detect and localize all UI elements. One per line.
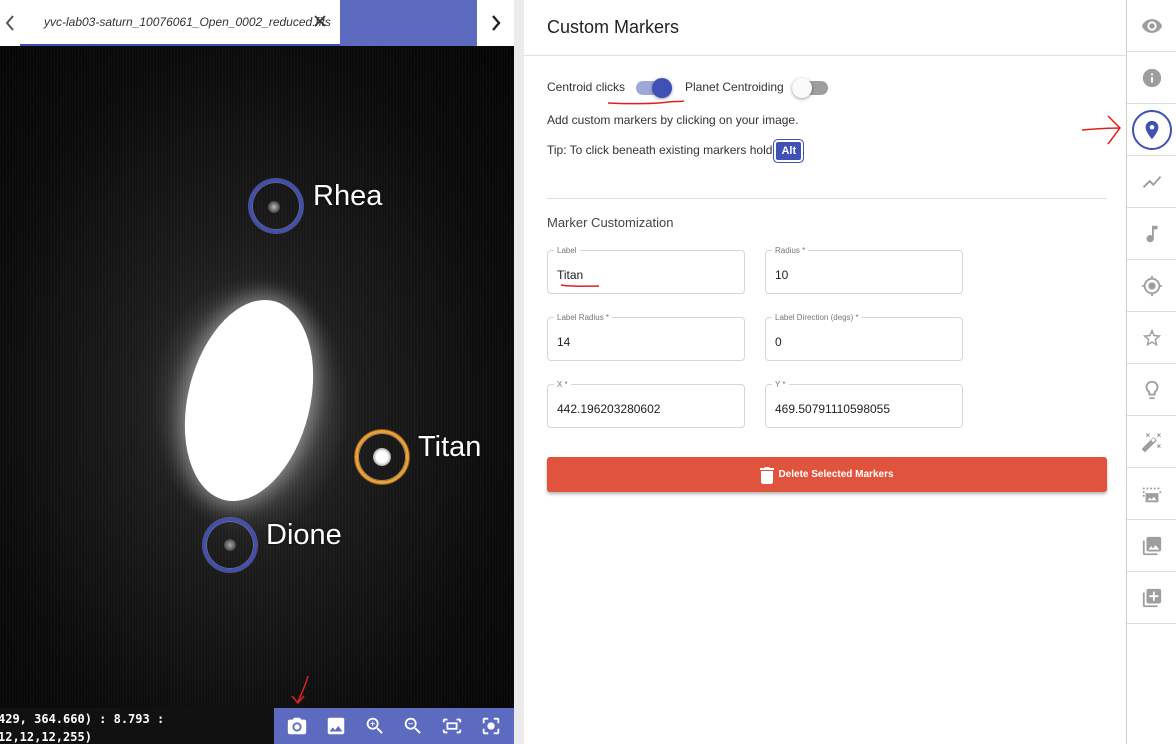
- chevron-left-icon[interactable]: [0, 0, 20, 46]
- center-focus-icon[interactable]: [477, 712, 505, 740]
- pixel-readout-line: 12,12,12,255): [0, 730, 92, 744]
- sidebar-item-sonification[interactable]: [1127, 208, 1176, 260]
- zoom-in-icon[interactable]: [361, 712, 389, 740]
- image-icon[interactable]: [322, 712, 350, 740]
- marker-label: Titan: [418, 431, 482, 463]
- tab-file-label: yvc-lab03-saturn_10076061_Open_0002_redu…: [44, 15, 331, 29]
- marker-ring[interactable]: [203, 518, 257, 572]
- alt-key-badge: Alt: [776, 142, 802, 160]
- add-layer-icon: [1142, 588, 1162, 607]
- y-field[interactable]: Y * 469.50791110598055: [765, 380, 963, 428]
- field-label: Label Direction (degs) *: [772, 313, 862, 323]
- annotation-underline: [607, 100, 685, 105]
- sidebar-item-visibility[interactable]: [1127, 0, 1176, 52]
- sidebar-item-tools[interactable]: [1127, 416, 1176, 468]
- field-value[interactable]: 442.196203280602: [557, 402, 660, 416]
- sidebar-item-plot[interactable]: [1127, 156, 1176, 208]
- field-value[interactable]: Titan: [557, 268, 583, 282]
- divider: [547, 198, 1107, 199]
- centroid-clicks-toggle[interactable]: [636, 78, 672, 98]
- sidebar-item-target[interactable]: [1127, 260, 1176, 312]
- sidebar-item-favorites[interactable]: [1127, 312, 1176, 364]
- sidebar-item-hints[interactable]: [1127, 364, 1176, 416]
- camera-icon[interactable]: [283, 712, 311, 740]
- marker-ring[interactable]: [249, 179, 303, 233]
- toggle-knob: [652, 78, 672, 98]
- tip-row: Tip: To click beneath existing markers h…: [547, 142, 802, 160]
- marker-label: Rhea: [313, 180, 383, 212]
- planet-centroiding-row: Planet Centroiding: [685, 80, 784, 94]
- fit-screen-icon[interactable]: [438, 712, 466, 740]
- centroid-clicks-label: Centroid clicks: [547, 80, 626, 94]
- chevron-right-icon[interactable]: [477, 0, 514, 46]
- active-item-ring: [1132, 109, 1172, 150]
- delete-selected-markers-button[interactable]: Delete Selected Markers: [547, 457, 1107, 492]
- field-value[interactable]: 469.50791110598055: [775, 402, 890, 416]
- label-direction-field[interactable]: Label Direction (degs) * 0: [765, 313, 963, 361]
- image-toolbar: [274, 708, 514, 744]
- section-title: Marker Customization: [547, 215, 674, 230]
- sidebar-item-gallery[interactable]: [1127, 520, 1176, 572]
- custom-markers-panel: Custom Markers Centroid clicks Planet Ce…: [524, 0, 1126, 744]
- trash-icon: [760, 466, 775, 484]
- target-icon: [1141, 275, 1163, 296]
- field-value[interactable]: 14: [557, 335, 570, 349]
- sidebar-item-custom-markers[interactable]: [1127, 104, 1176, 156]
- image-viewer-canvas[interactable]: Rhea Titan Dione: [0, 46, 514, 708]
- centroid-clicks-row: Centroid clicks: [547, 80, 625, 94]
- trending-icon: [1142, 175, 1162, 188]
- field-value[interactable]: 0: [775, 335, 782, 349]
- planet-centroiding-toggle[interactable]: [792, 78, 828, 98]
- field-value[interactable]: 10: [775, 268, 788, 282]
- image-pane: yvc-lab03-saturn_10076061_Open_0002_redu…: [0, 0, 514, 744]
- field-label: Y *: [772, 380, 789, 390]
- planet-centroiding-label: Planet Centroiding: [685, 80, 784, 94]
- image-select-icon: [1142, 487, 1162, 502]
- tab-file[interactable]: yvc-lab03-saturn_10076061_Open_0002_redu…: [20, 0, 340, 46]
- music-note-icon: [1146, 225, 1158, 242]
- marker-label: Dione: [266, 519, 342, 551]
- marker-ring-selected[interactable]: [355, 430, 409, 484]
- location-pin-icon: [1145, 120, 1159, 139]
- tool-sidebar: [1126, 0, 1176, 744]
- pixel-readout-line: 429, 364.660) : 8.793 :: [0, 712, 165, 726]
- pixel-readout: 429, 364.660) : 8.793 : 12,12,12,255): [0, 708, 274, 744]
- page-title: Custom Markers: [547, 17, 680, 37]
- delete-button-label: Delete Selected Markers: [778, 469, 894, 480]
- tab-bar-fill: [340, 0, 477, 46]
- magic-wand-icon: [1141, 432, 1162, 452]
- instructions-text: Add custom markers by clicking on your i…: [547, 113, 799, 127]
- pane-divider[interactable]: [514, 0, 524, 744]
- label-field[interactable]: Label Titan: [547, 246, 745, 294]
- panel-header: Custom Markers: [524, 0, 1126, 56]
- info-icon: [1142, 68, 1162, 87]
- tip-text: Tip: To click beneath existing markers h…: [547, 143, 773, 158]
- x-field[interactable]: X * 442.196203280602: [547, 380, 745, 428]
- field-label: X *: [554, 380, 571, 390]
- label-radius-field[interactable]: Label Radius * 14: [547, 313, 745, 361]
- star-icon: [1142, 328, 1162, 346]
- field-label: Radius *: [772, 246, 809, 256]
- sidebar-item-info[interactable]: [1127, 52, 1176, 104]
- toggle-knob: [792, 78, 812, 98]
- sidebar-item-image-selection[interactable]: [1127, 468, 1176, 520]
- eye-icon: [1141, 18, 1163, 33]
- sidebar-item-add-layer[interactable]: [1127, 572, 1176, 624]
- field-label: Label Radius *: [554, 313, 613, 323]
- lightbulb-icon: [1145, 380, 1159, 399]
- field-label: Label: [554, 246, 580, 256]
- photo-library-icon: [1142, 536, 1162, 555]
- file-tab-bar: yvc-lab03-saturn_10076061_Open_0002_redu…: [0, 0, 514, 46]
- zoom-out-icon[interactable]: [399, 712, 427, 740]
- close-icon[interactable]: [310, 11, 330, 31]
- radius-field[interactable]: Radius * 10: [765, 246, 963, 294]
